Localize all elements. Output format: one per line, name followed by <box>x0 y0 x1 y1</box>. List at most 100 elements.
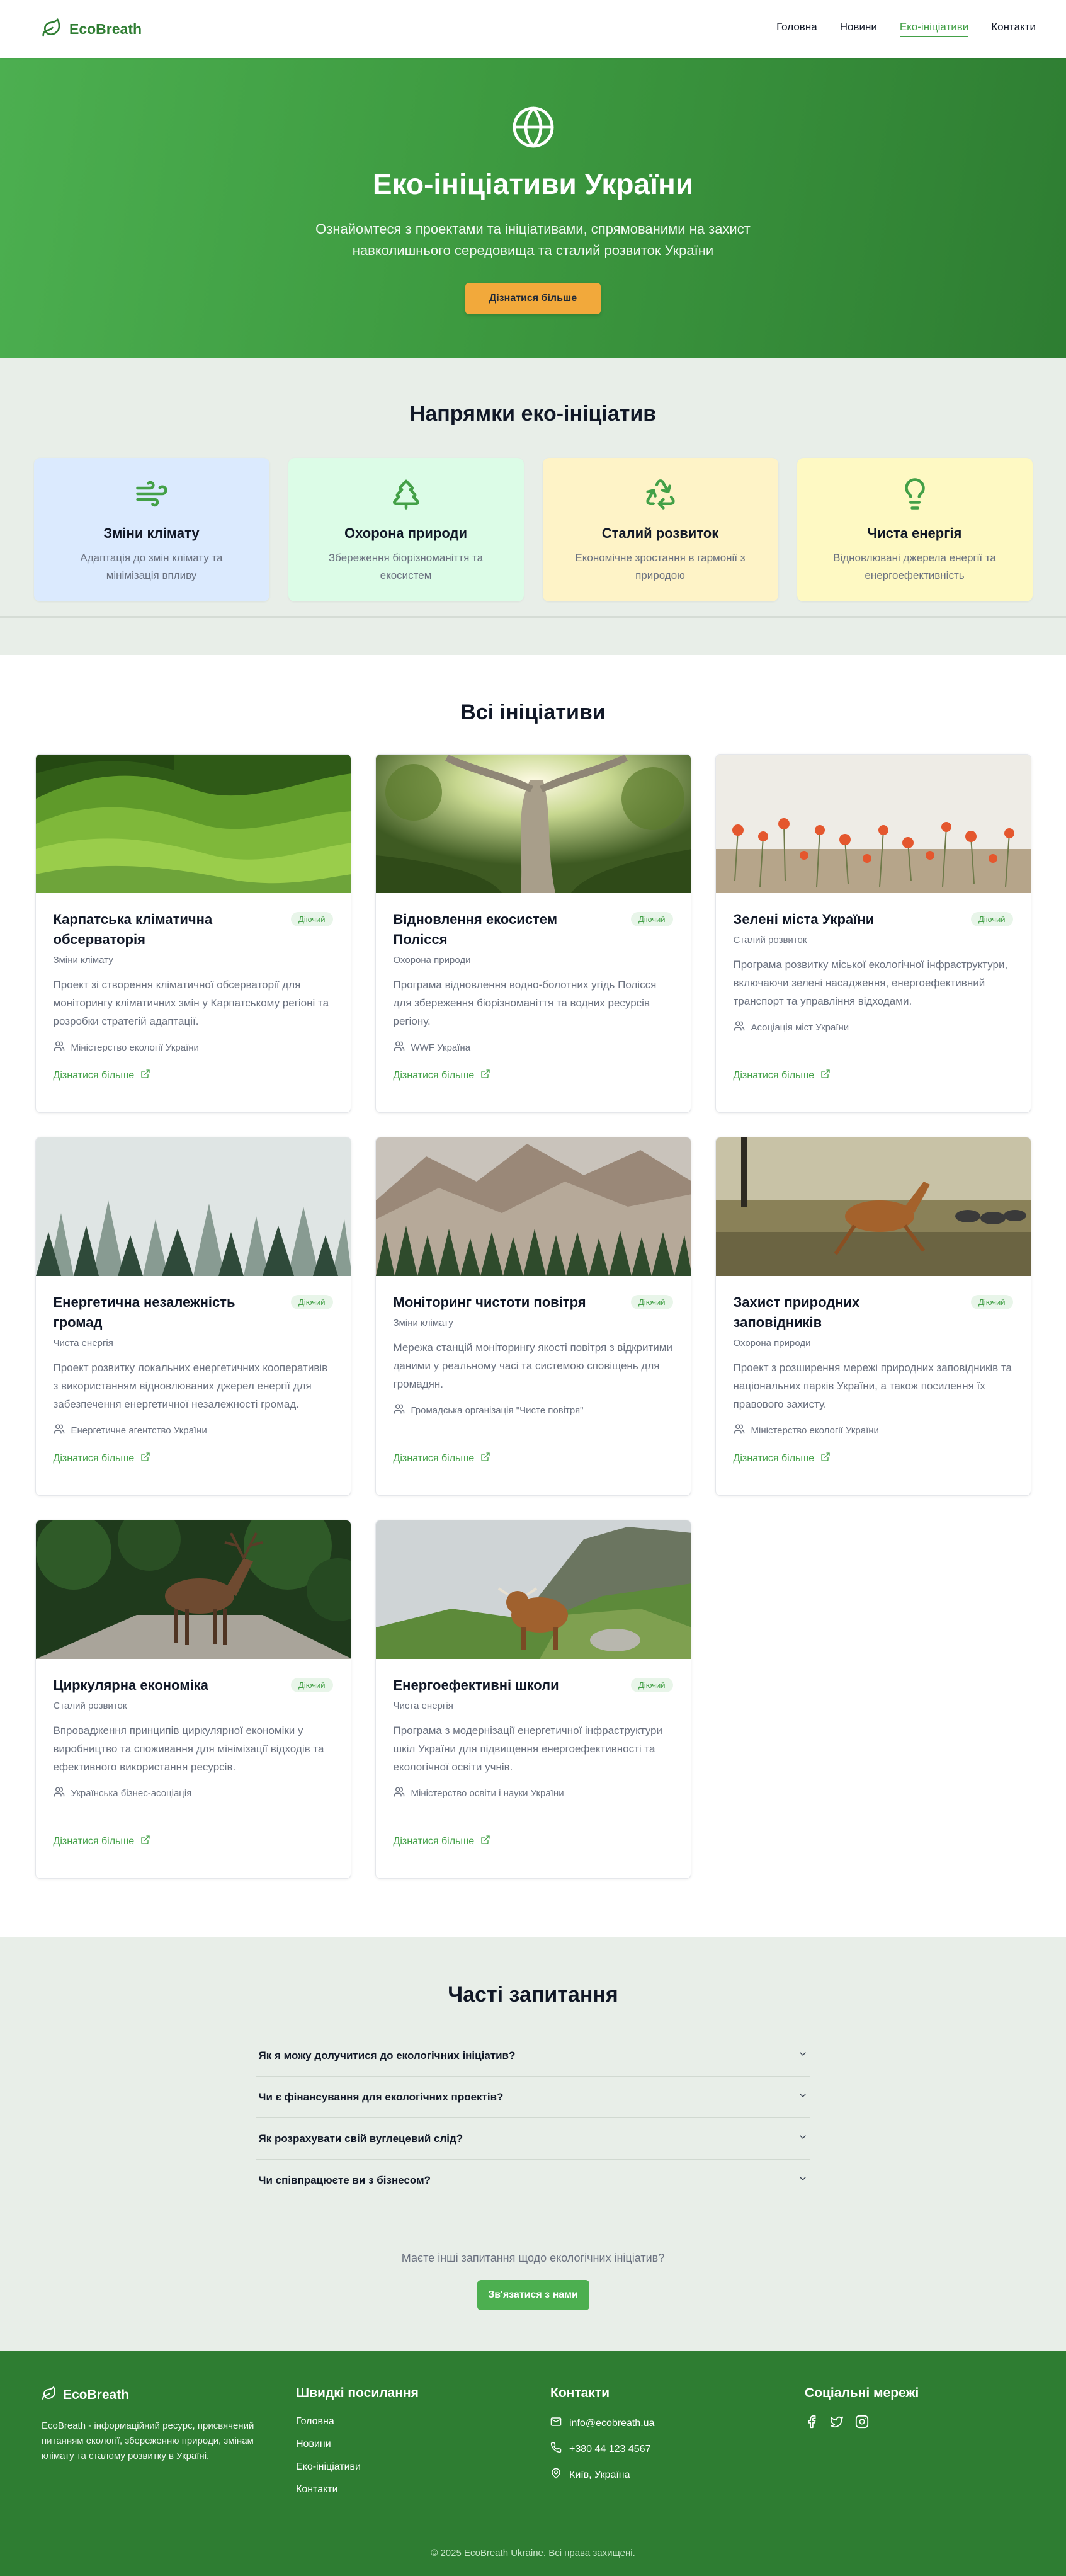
footer-link-news[interactable]: Новини <box>296 2439 550 2450</box>
faq-title: Часті запитання <box>448 1983 618 2007</box>
footer-links-title: Швидкі посилання <box>296 2386 419 2400</box>
learn-more-link[interactable]: Дізнатися більше <box>734 1069 831 1082</box>
initiative-description: Впровадження принципів циркулярної еконо… <box>53 1724 324 1773</box>
initiative-card[interactable]: Моніторинг чистоти повітря Діючий Зміни … <box>375 1137 691 1496</box>
initiative-title: Відновлення екосистем Полісся <box>393 911 557 947</box>
initiative-card[interactable]: Зелені міста України Діючий Сталий розви… <box>715 754 1031 1113</box>
hero-title: Еко-ініціативи України <box>372 168 694 200</box>
direction-card-nature[interactable]: Охорона природи Збереження біорізноманіт… <box>288 458 524 601</box>
learn-more-label: Дізнатися більше <box>393 1835 475 1847</box>
direction-card-energy[interactable]: Чиста енергія Відновлювані джерела енерг… <box>797 458 1033 601</box>
learn-more-link[interactable]: Дізнатися більше <box>54 1069 151 1082</box>
learn-more-button[interactable]: Дізнатися більше <box>465 283 601 314</box>
learn-more-link[interactable]: Дізнатися більше <box>394 1452 491 1465</box>
instagram-icon[interactable] <box>855 2415 869 2432</box>
direction-title: Чиста енергія <box>867 525 962 541</box>
learn-more-label: Дізнатися більше <box>733 1452 815 1464</box>
email-text: info@ecobreath.ua <box>569 2417 655 2429</box>
status-badge: Діючий <box>291 1678 333 1692</box>
users-icon <box>394 1786 405 1800</box>
initiative-organization: Енергетичне агентство України <box>54 1423 333 1437</box>
learn-more-label: Дізнатися більше <box>393 1452 475 1464</box>
faq-item[interactable]: Чи є фінансування для екологічних проект… <box>256 2077 810 2118</box>
footer-email[interactable]: info@ecobreath.ua <box>550 2416 805 2431</box>
footer-link-contacts[interactable]: Контакти <box>296 2484 550 2495</box>
status-badge: Діючий <box>971 912 1013 926</box>
footer-contacts: info@ecobreath.ua +380 44 123 4567 Київ,… <box>550 2416 805 2482</box>
nav-home[interactable]: Головна <box>776 21 817 37</box>
initiative-card[interactable]: Енергетична незалежність громад Діючий Ч… <box>35 1137 351 1496</box>
twitter-icon[interactable] <box>830 2415 844 2432</box>
footer-phone[interactable]: +380 44 123 4567 <box>550 2442 805 2456</box>
learn-more-link[interactable]: Дізнатися більше <box>54 1452 151 1465</box>
lightbulb-icon <box>898 477 932 511</box>
faq-item[interactable]: Як я можу долучитися до екологічних ініц… <box>256 2035 810 2077</box>
faq-section: Часті запитання Як я можу долучитися до … <box>0 1937 1066 2351</box>
initiative-image-savanna <box>715 1137 1031 1276</box>
status-badge: Діючий <box>971 1295 1013 1309</box>
copyright: © 2025 EcoBreath Ukraine. Всі права захи… <box>431 2548 635 2558</box>
direction-card-sustainable[interactable]: Сталий розвиток Економічне зростання в г… <box>542 458 778 601</box>
learn-more-link[interactable]: Дізнатися більше <box>734 1452 831 1465</box>
learn-more-link[interactable]: Дізнатися більше <box>394 1069 491 1082</box>
phone-icon <box>550 2442 562 2456</box>
initiative-title: Циркулярна економіка <box>53 1677 208 1693</box>
directions-section: Напрямки еко-ініціатив Зміни клімату Ада… <box>0 358 1066 655</box>
initiative-description: Програма з модернізації енергетичної інф… <box>393 1724 662 1773</box>
initiative-title: Енергетична незалежність громад <box>53 1294 235 1330</box>
initiative-organization: Громадська організація "Чисте повітря" <box>394 1403 673 1417</box>
users-icon <box>394 1403 405 1417</box>
faq-item[interactable]: Як розрахувати свій вуглецевий слід? <box>256 2118 810 2160</box>
initiative-organization: WWF Україна <box>394 1040 673 1054</box>
learn-more-label: Дізнатися більше <box>53 1452 135 1464</box>
footer-links-column: Швидкі посилання Головна Новини Еко-ініц… <box>296 2386 550 2507</box>
initiative-card[interactable]: Відновлення екосистем Полісся Діючий Охо… <box>375 754 691 1113</box>
footer-social-column: Соціальні мережі <box>805 2386 1059 2507</box>
initiative-organization: Українська бізнес-асоціація <box>54 1786 333 1800</box>
organization-name: Міністерство екології України <box>751 1425 879 1436</box>
initiative-card[interactable]: Захист природних заповідників Діючий Охо… <box>715 1137 1031 1496</box>
organization-name: Громадська організація "Чисте повітря" <box>411 1405 584 1416</box>
direction-card-climate[interactable]: Зміни клімату Адаптація до змін клімату … <box>33 458 269 601</box>
faq-question: Як я можу долучитися до екологічних ініц… <box>258 2049 516 2061</box>
chevron-down-icon <box>798 2132 808 2145</box>
initiative-card[interactable]: Циркулярна економіка Діючий Сталий розви… <box>35 1520 351 1879</box>
faq-list: Як я можу долучитися до екологічних ініц… <box>256 2035 810 2201</box>
initiative-category: Сталий розвиток <box>733 935 807 945</box>
initiative-image-highland <box>375 1520 691 1659</box>
logo-text: EcoBreath <box>69 20 142 37</box>
initiative-card[interactable]: Карпатська кліматична обсерваторія Діючи… <box>35 754 351 1113</box>
hero-section: Еко-ініціативи України Ознайомтеся з про… <box>0 58 1066 358</box>
map-pin-icon <box>550 2468 562 2482</box>
faq-question: Як розрахувати свій вуглецевий слід? <box>258 2132 463 2145</box>
initiative-organization: Міністерство освіти і науки України <box>394 1786 673 1800</box>
nav-eco-initiatives[interactable]: Еко-ініціативи <box>899 21 969 37</box>
users-icon <box>54 1423 65 1437</box>
users-icon <box>734 1020 745 1034</box>
nav-contacts[interactable]: Контакти <box>991 21 1036 37</box>
mail-icon <box>550 2416 562 2431</box>
site-footer: EcoBreath EcoBreath - інформаційний ресу… <box>0 2351 1066 2576</box>
learn-more-link[interactable]: Дізнатися більше <box>394 1835 491 1848</box>
organization-name: Українська бізнес-асоціація <box>71 1787 192 1799</box>
facebook-icon[interactable] <box>805 2415 819 2432</box>
initiatives-grid: Карпатська кліматична обсерваторія Діючи… <box>0 754 1066 1879</box>
chevron-down-icon <box>798 2174 808 2187</box>
faq-item[interactable]: Чи співпрацюєте ви з бізнесом? <box>256 2160 810 2201</box>
footer-link-home[interactable]: Головна <box>296 2416 550 2427</box>
learn-more-link[interactable]: Дізнатися більше <box>54 1835 151 1848</box>
chevron-down-icon <box>798 2090 808 2104</box>
initiative-description: Програма розвитку міської екологічної ін… <box>733 959 1008 1007</box>
contact-us-button[interactable]: Зв'язатися з нами <box>477 2280 589 2310</box>
users-icon <box>394 1040 405 1054</box>
footer-grid: EcoBreath EcoBreath - інформаційний ресу… <box>42 2386 1036 2507</box>
initiative-organization: Міністерство екології України <box>734 1423 1013 1437</box>
initiative-card[interactable]: Енергоефективні школи Діючий Чиста енерг… <box>375 1520 691 1879</box>
initiative-image-mountain <box>375 1137 691 1276</box>
footer-contacts-column: Контакти info@ecobreath.ua +380 44 123 4… <box>550 2386 805 2507</box>
nav-news[interactable]: Новини <box>840 21 877 37</box>
logo[interactable]: EcoBreath <box>42 18 142 41</box>
initiative-image-deer <box>35 1520 351 1659</box>
external-link-icon <box>480 1452 490 1465</box>
footer-link-eco-initiatives[interactable]: Еко-ініціативи <box>296 2461 550 2473</box>
